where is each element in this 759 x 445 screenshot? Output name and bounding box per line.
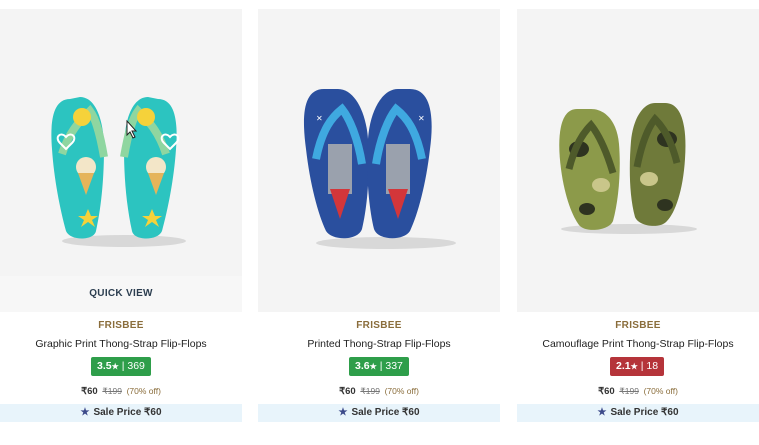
sale-price: ₹60	[598, 386, 615, 397]
rating-badge: 3.5★ | 369	[91, 357, 151, 376]
rating-separator: |	[640, 360, 644, 372]
product-card[interactable]: FRISBEE Camouflage Print Thong-Strap Fli…	[517, 9, 759, 445]
svg-text:✕: ✕	[418, 114, 425, 123]
sale-price-label: Sale Price ₹60	[610, 407, 679, 418]
rating-value: 2.1	[616, 360, 631, 372]
discount-label: (70% off)	[384, 386, 419, 396]
rating-badge: 3.6★ | 337	[349, 357, 409, 376]
original-price: ₹199	[360, 386, 380, 396]
star-icon: ★	[630, 362, 638, 371]
sale-price-banner: ★ Sale Price ₹60	[258, 404, 500, 422]
product-name[interactable]: Camouflage Print Thong-Strap Flip-Flops	[517, 338, 759, 350]
sale-price: ₹60	[339, 386, 356, 397]
original-price: ₹199	[619, 386, 639, 396]
price-row: ₹60 ₹199 (70% off)	[258, 386, 500, 397]
product-name[interactable]: Graphic Print Thong-Strap Flip-Flops	[0, 338, 242, 350]
star-icon: ★	[80, 407, 90, 418]
original-price: ₹199	[102, 386, 122, 396]
brand-label: FRISBEE	[356, 320, 402, 331]
product-image[interactable]: ✕ ✕	[258, 9, 500, 312]
svg-text:✕: ✕	[316, 114, 323, 123]
price-row: ₹60 ₹199 (70% off)	[0, 386, 242, 397]
rating-separator: |	[121, 360, 125, 372]
product-card[interactable]: ✕ ✕ FRISBEE Printed Thong-Strap Flip-Flo…	[258, 9, 500, 445]
quick-view-button[interactable]: QUICK VIEW	[0, 276, 242, 312]
sale-price-banner: ★ Sale Price ₹60	[517, 404, 759, 422]
product-image[interactable]: QUICK VIEW	[0, 9, 242, 312]
star-icon: ★	[369, 362, 377, 371]
flip-flops-blue-image: ✕ ✕	[303, 89, 456, 249]
sale-price-label: Sale Price ₹60	[351, 407, 420, 418]
rating-value: 3.5	[97, 360, 112, 372]
review-count: 337	[385, 360, 403, 372]
star-icon: ★	[597, 407, 607, 418]
rating-badge: 2.1★ | 18	[610, 357, 665, 376]
product-image[interactable]	[517, 9, 759, 312]
discount-label: (70% off)	[126, 386, 161, 396]
review-count: 18	[646, 360, 659, 372]
product-name[interactable]: Printed Thong-Strap Flip-Flops	[258, 338, 500, 350]
review-count: 369	[127, 360, 145, 372]
flip-flops-teal-image	[51, 97, 186, 247]
price-row: ₹60 ₹199 (70% off)	[517, 386, 759, 397]
star-icon: ★	[338, 407, 348, 418]
brand-label: FRISBEE	[98, 320, 144, 331]
rating-separator: |	[379, 360, 383, 372]
product-card[interactable]: QUICK VIEW FRISBEE Graphic Print Thong-S…	[0, 9, 242, 445]
star-icon: ★	[111, 362, 119, 371]
rating-value: 3.6	[355, 360, 370, 372]
discount-label: (70% off)	[643, 386, 678, 396]
sale-price-label: Sale Price ₹60	[93, 407, 162, 418]
sale-price-banner: ★ Sale Price ₹60	[0, 404, 242, 422]
flip-flops-camo-image	[559, 103, 697, 234]
brand-label: FRISBEE	[615, 320, 661, 331]
sale-price: ₹60	[81, 386, 98, 397]
